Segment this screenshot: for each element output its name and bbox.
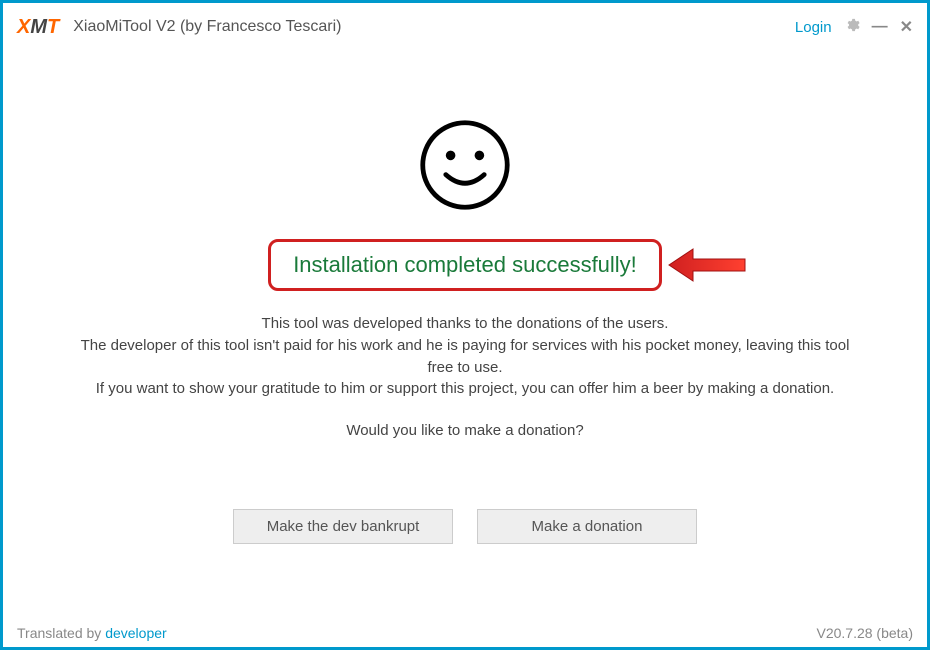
success-highlight-box: Installation completed successfully!: [268, 239, 662, 291]
smiley-icon: [417, 117, 513, 213]
minimize-icon[interactable]: —: [872, 18, 888, 36]
logo-t: T: [47, 16, 59, 38]
arrow-annotation-icon: [667, 247, 747, 283]
developer-link[interactable]: developer: [105, 625, 167, 641]
login-link[interactable]: Login: [795, 19, 832, 36]
app-window: XMT XiaoMiTool V2 (by Francesco Tescari)…: [0, 0, 930, 650]
bankrupt-button[interactable]: Make the dev bankrupt: [233, 509, 453, 544]
titlebar-controls: Login — ✕: [795, 17, 913, 38]
donation-question: Would you like to make a donation?: [346, 422, 583, 439]
success-message: Installation completed successfully!: [293, 252, 637, 277]
translated-by-label: Translated by: [17, 625, 105, 641]
description-text: This tool was developed thanks to the do…: [55, 313, 875, 400]
gear-icon[interactable]: [844, 17, 860, 38]
desc-line: This tool was developed thanks to the do…: [75, 313, 855, 335]
desc-line: If you want to show your gratitude to hi…: [75, 378, 855, 400]
donate-button[interactable]: Make a donation: [477, 509, 697, 544]
logo-x: X: [17, 16, 30, 38]
translated-by: Translated by developer: [17, 625, 167, 641]
button-row: Make the dev bankrupt Make a donation: [233, 509, 697, 544]
desc-line: The developer of this tool isn't paid fo…: [75, 335, 855, 379]
titlebar: XMT XiaoMiTool V2 (by Francesco Tescari)…: [3, 3, 927, 47]
footer: Translated by developer V20.7.28 (beta): [3, 621, 927, 647]
logo-m: M: [30, 16, 47, 38]
app-logo: XMT: [17, 16, 59, 39]
close-icon[interactable]: ✕: [900, 17, 913, 37]
main-content: Installation completed successfully! Thi…: [3, 47, 927, 621]
app-title: XiaoMiTool V2 (by Francesco Tescari): [73, 18, 341, 36]
version-label: V20.7.28 (beta): [816, 625, 913, 641]
